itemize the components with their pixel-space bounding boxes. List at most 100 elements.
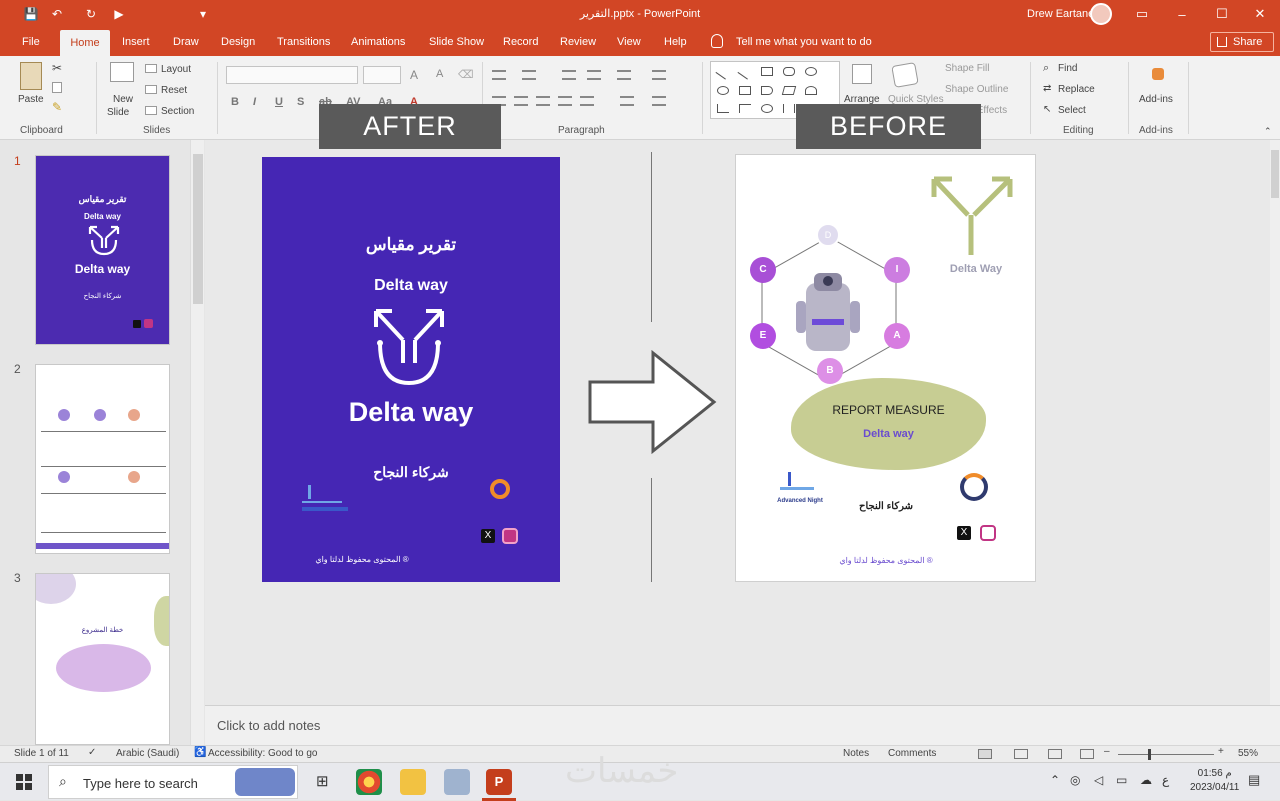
keyboard-language[interactable]: ع xyxy=(1162,773,1169,787)
after-cover-page[interactable]: تقرير مقياس Delta way Delta way شركاء ال… xyxy=(262,157,560,582)
notes-button[interactable]: Notes xyxy=(843,748,869,759)
italic-icon[interactable]: I xyxy=(253,96,256,108)
tab-slide-show[interactable]: Slide Show xyxy=(429,36,484,48)
select-button[interactable]: Select xyxy=(1058,105,1086,116)
slideshow-view-icon[interactable] xyxy=(1080,749,1094,759)
accessibility-status[interactable]: Accessibility: Good to go xyxy=(208,748,318,759)
cut-icon[interactable]: ✂ xyxy=(52,61,62,75)
app-icon[interactable] xyxy=(444,769,470,795)
network-icon[interactable]: ◎ xyxy=(1070,773,1080,787)
align-center-icon[interactable] xyxy=(514,96,528,106)
slide-thumbnail-1[interactable]: تقرير مقياس Delta way Delta way شركاء ال… xyxy=(35,155,170,345)
new-slide-label[interactable]: New xyxy=(113,94,133,105)
zoom-in-icon[interactable]: + xyxy=(1218,746,1224,757)
decrease-indent-icon[interactable] xyxy=(562,70,576,80)
flow-shape-icon[interactable] xyxy=(761,86,773,95)
tray-chevron-icon[interactable]: ⌃ xyxy=(1050,773,1060,787)
clock[interactable]: 01:56 م 2023/04/11 xyxy=(1190,767,1239,795)
scroll-thumb[interactable] xyxy=(1271,150,1279,198)
tab-draw[interactable]: Draw xyxy=(173,36,199,48)
text-direction-icon[interactable] xyxy=(652,70,666,80)
tab-home[interactable]: Home xyxy=(60,30,110,56)
close-button[interactable]: ✕ xyxy=(1240,0,1280,28)
justify-icon[interactable] xyxy=(558,96,572,106)
zoom-slider-thumb[interactable] xyxy=(1148,749,1151,760)
increase-indent-icon[interactable] xyxy=(587,70,601,80)
collapse-ribbon-icon[interactable]: ⌃ xyxy=(1264,126,1272,137)
slide-sorter-icon[interactable] xyxy=(1014,749,1028,759)
scroll-thumb[interactable] xyxy=(193,154,203,304)
slide-canvas[interactable]: AFTER BEFORE تقرير مقياس Delta way Delta… xyxy=(205,104,1270,705)
line-shape-icon[interactable] xyxy=(715,65,731,80)
parallelogram-shape-icon[interactable] xyxy=(781,86,797,95)
paste-label[interactable]: Paste xyxy=(18,94,44,105)
shadow-icon[interactable]: S xyxy=(297,96,304,108)
elbow-shape-icon[interactable] xyxy=(717,104,729,113)
tab-view[interactable]: View xyxy=(617,36,641,48)
new-slide-label-2[interactable]: Slide xyxy=(107,107,129,118)
circle-shape-icon[interactable] xyxy=(717,86,729,95)
onedrive-icon[interactable]: ☁ xyxy=(1140,773,1152,787)
notes-pane[interactable]: Click to add notes xyxy=(205,705,1280,745)
file-explorer-icon[interactable] xyxy=(400,769,426,795)
numbering-icon[interactable] xyxy=(522,70,536,80)
tab-file[interactable]: File xyxy=(22,36,40,48)
oval-shape-icon[interactable] xyxy=(805,67,817,76)
language-indicator[interactable]: Arabic (Saudi) xyxy=(116,748,179,759)
notes-placeholder[interactable]: Click to add notes xyxy=(217,718,320,733)
zoom-level[interactable]: 55% xyxy=(1238,748,1258,759)
align-right-icon[interactable] xyxy=(536,96,550,106)
taskbar-search-input[interactable]: ⌕ Type here to search xyxy=(48,765,298,799)
notifications-icon[interactable]: ▤ xyxy=(1248,772,1260,788)
bullets-icon[interactable] xyxy=(492,70,506,80)
avatar[interactable] xyxy=(1090,3,1112,25)
tab-animations[interactable]: Animations xyxy=(351,36,405,48)
textbox-shape-icon[interactable] xyxy=(739,86,751,95)
line-spacing-icon[interactable] xyxy=(617,70,631,80)
arc-shape-icon[interactable] xyxy=(805,86,817,95)
shape-fill-button[interactable]: Shape Fill xyxy=(945,63,989,74)
normal-view-icon[interactable] xyxy=(978,749,992,759)
columns-icon[interactable] xyxy=(580,96,594,106)
battery-icon[interactable]: ▭ xyxy=(1116,773,1127,787)
tab-review[interactable]: Review xyxy=(560,36,596,48)
format-painter-icon[interactable]: ✎ xyxy=(52,100,62,114)
curve-shape-icon[interactable] xyxy=(761,104,773,113)
decrease-font-icon[interactable]: A xyxy=(436,68,443,80)
rounded-rect-shape-icon[interactable] xyxy=(783,67,795,76)
slide-thumbnail-2[interactable] xyxy=(35,364,170,554)
new-slide-icon[interactable] xyxy=(110,62,134,82)
slide-thumbnail-3[interactable]: خطة المشروع xyxy=(35,573,170,745)
bracket-shape-icon[interactable] xyxy=(739,104,751,113)
spellcheck-icon[interactable]: ✓ xyxy=(88,747,96,758)
chrome-icon[interactable] xyxy=(356,769,382,795)
replace-button[interactable]: Replace xyxy=(1058,84,1095,95)
underline-icon[interactable]: U xyxy=(275,96,283,108)
zoom-out-icon[interactable]: – xyxy=(1104,746,1110,757)
share-button[interactable]: Share xyxy=(1210,32,1274,52)
comments-button[interactable]: Comments xyxy=(888,748,936,759)
ribbon-options-icon[interactable]: ▭ xyxy=(1122,0,1162,28)
copy-icon[interactable] xyxy=(52,82,62,93)
shape-outline-button[interactable]: Shape Outline xyxy=(945,84,1008,95)
smartart-icon[interactable] xyxy=(652,96,666,106)
increase-font-icon[interactable]: A xyxy=(410,68,418,82)
brace-shape-icon[interactable] xyxy=(783,104,795,113)
tab-transitions[interactable]: Transitions xyxy=(277,36,330,48)
paste-icon[interactable] xyxy=(20,62,42,90)
tell-me-box[interactable]: Tell me what you want to do xyxy=(736,36,872,48)
maximize-button[interactable]: ☐ xyxy=(1202,0,1242,28)
slide-scrollbar[interactable] xyxy=(1270,140,1280,705)
windows-start-icon[interactable] xyxy=(16,774,32,790)
tab-insert[interactable]: Insert xyxy=(122,36,150,48)
font-name-dropdown[interactable] xyxy=(226,66,358,84)
task-view-icon[interactable]: ⊞ xyxy=(316,772,329,790)
clear-format-icon[interactable]: ⌫ xyxy=(458,68,474,81)
volume-icon[interactable]: ◁ xyxy=(1094,773,1103,787)
tab-design[interactable]: Design xyxy=(221,36,255,48)
powerpoint-taskbar-icon[interactable]: P xyxy=(486,769,512,795)
minimize-button[interactable]: – xyxy=(1162,0,1202,28)
addins-button[interactable]: Add-ins xyxy=(1139,94,1173,105)
arrow-shape-icon[interactable] xyxy=(737,65,753,80)
tab-record[interactable]: Record xyxy=(503,36,538,48)
